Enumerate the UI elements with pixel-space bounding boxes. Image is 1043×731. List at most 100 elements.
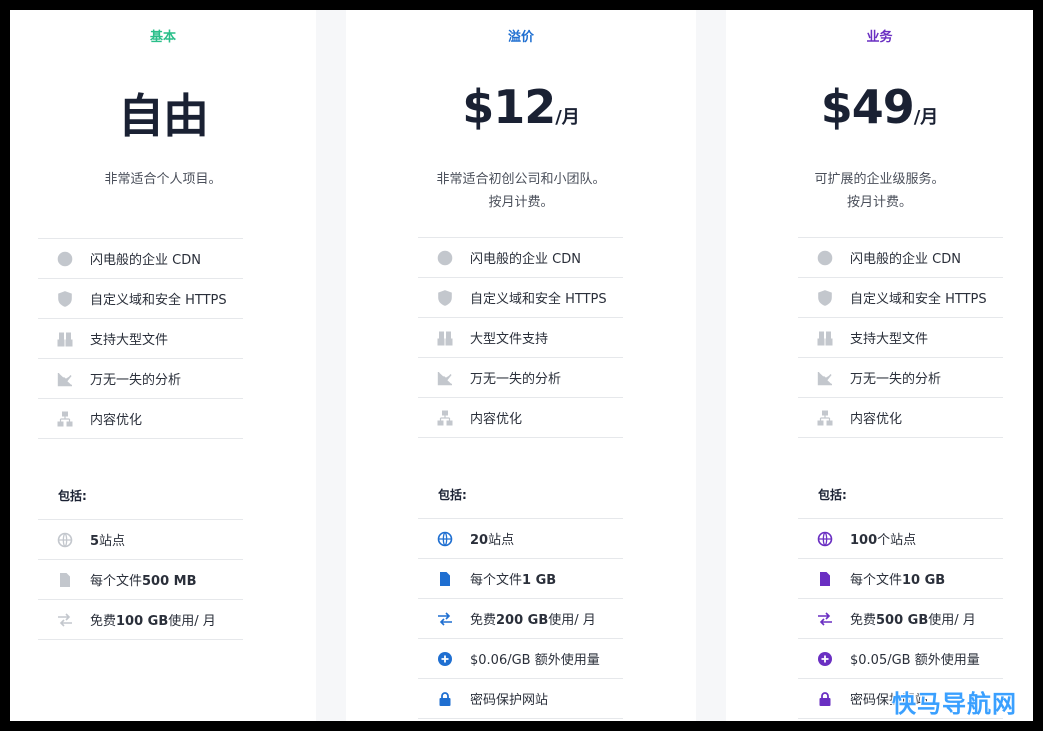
include-row: 免费200 GB使用/ 月 [418,598,623,638]
plan-description: 可扩展的企业级服务。 按月计费。 [726,168,1033,214]
include-text: 使用/ 月 [928,613,976,628]
include-label: 每个文件1 GB [470,569,556,588]
include-label: 5站点 [90,530,125,549]
feature-row: 内容优化 [418,397,623,438]
feature-label: 内容优化 [90,413,143,428]
include-text: 免费 [470,613,497,628]
feature-label: 自定义域和安全 HTTPS [90,293,227,308]
include-text: 站点 [99,534,126,549]
file-icon [57,572,73,588]
feature-label: 内容优化 [850,412,903,427]
transfer-icon [57,612,73,628]
plan-description: 非常适合初创公司和小团队。 按月计费。 [346,168,696,214]
include-value: 100 GB [116,614,169,629]
include-value: 500 GB [876,613,929,628]
feature-row: 内容优化 [798,397,1003,438]
sitemap-icon [57,411,73,427]
include-label: 每个文件10 GB [850,569,945,588]
sitemap-icon [817,410,833,426]
include-label: 免费100 GB使用/ 月 [90,610,216,629]
include-row: 免费500 GB使用/ 月 [798,598,1003,638]
plan-tier-label: 业务 [866,30,893,45]
feature-label: 万无一失的分析 [90,373,182,388]
lock-icon [437,691,453,707]
include-text: 站点 [488,533,515,548]
includes-title: 包括: [58,489,87,503]
globe-icon [817,531,833,547]
include-label: 每个文件500 MB [90,570,197,589]
feature-row: 闪电般的企业 CDN [798,237,1003,277]
shield-icon [57,290,73,307]
feature-label: 大型文件支持 [470,332,549,347]
desc-line-1: 非常适合初创公司和小团队。 [436,172,606,187]
plan-price: 自由 [10,80,316,146]
plan-price: $12/月 [346,80,696,134]
includes-list: 5站点每个文件500 MB 免费100 GB使用/ 月 [38,519,243,640]
boxes-icon [817,330,833,346]
include-label: 免费200 GB使用/ 月 [470,609,596,628]
feature-label: 自定义域和安全 HTTPS [850,292,987,307]
sitemap-icon [437,410,453,426]
feature-row: 自定义域和安全 HTTPS [798,277,1003,317]
price-unit: /月 [555,107,580,128]
price-unit: /月 [913,107,939,128]
shield-icon [437,289,453,306]
desc-line-1: 可扩展的企业级服务。 [814,172,945,187]
feature-list: 闪电般的企业 CDN 自定义域和安全 HTTPS 支持大型文件 万无一失的分析内容优化 [798,237,1003,438]
feature-label: 内容优化 [470,412,523,427]
include-row: 密码保护网站 [418,678,623,719]
plan-card-business: 业务 $49/月 可扩展的企业级服务。 按月计费。 闪电般的企业 CDN 自定义域… [726,10,1033,721]
include-text: $0.05/GB 额外使用量 [850,653,980,668]
include-row: 每个文件1 GB [418,558,623,598]
price-amount: $49 [820,80,915,134]
feature-row: 支持大型文件 [38,318,243,358]
price-amount: 自由 [118,89,209,143]
includes-title: 包括: [438,488,467,502]
include-text: 每个文件 [90,574,143,589]
include-text: 密码保护网站 [470,693,549,708]
feature-row: 支持大型文件 [798,317,1003,357]
feature-row: 自定义域和安全 HTTPS [418,277,623,317]
include-label: 20站点 [470,529,514,548]
feature-row: 自定义域和安全 HTTPS [38,278,243,318]
feature-list: 闪电般的企业 CDN 自定义域和安全 HTTPS 大型文件支持 万无一失的分析 内容优化 [418,237,623,438]
include-row: 20站点 [418,518,623,558]
desc-line-2: 按月计费。 [846,195,912,210]
feature-list: 闪电般的企业 CDN 自定义域和安全 HTTPS 支持大型文件万无一失的分析 内容优化 [38,238,243,439]
plan-price: $49/月 [726,80,1033,134]
include-row: 5站点 [38,519,243,559]
include-label: $0.06/GB 额外使用量 [470,649,600,668]
include-row: 每个文件10 GB [798,558,1003,598]
include-text: 每个文件 [850,573,903,588]
include-text: 免费 [850,613,877,628]
globe-icon [57,251,73,267]
include-row: 免费100 GB使用/ 月 [38,599,243,640]
price-amount: $12 [462,80,556,134]
include-label: 免费500 GB使用/ 月 [850,609,976,628]
include-text: 每个文件 [470,573,523,588]
include-label: $0.05/GB 额外使用量 [850,649,980,668]
feature-row: 万无一失的分析 [798,357,1003,397]
feature-row: 万无一失的分析 [418,357,623,397]
chart-icon [817,370,833,386]
transfer-icon [817,611,833,627]
feature-row: 闪电般的企业 CDN [418,237,623,277]
plan-description: 非常适合个人项目。 [10,168,316,191]
plan-card-premium: 溢价 $12/月 非常适合初创公司和小团队。 按月计费。 闪电般的企业 CDN 自… [346,10,696,721]
include-text: $0.06/GB 额外使用量 [470,653,600,668]
globe-icon [57,532,73,548]
feature-label: 万无一失的分析 [470,372,562,387]
include-value: 500 MB [142,574,197,589]
globe-icon [817,250,833,266]
plan-card-basic: 基本 自由 非常适合个人项目。 闪电般的企业 CDN 自定义域和安全 HTTPS 支… [10,10,316,721]
globe-icon [437,531,453,547]
pricing-section: 基本 自由 非常适合个人项目。 闪电般的企业 CDN 自定义域和安全 HTTPS 支… [10,10,1033,721]
include-text: 个站点 [877,533,917,548]
globe-icon [437,250,453,266]
feature-label: 闪电般的企业 CDN [90,253,201,268]
plus-circle-icon [437,651,453,667]
include-row: 每个文件500 MB [38,559,243,599]
watermark-logo: 快马导航网 [892,690,1017,718]
plus-circle-icon [817,651,833,667]
include-value: 10 GB [902,573,946,588]
